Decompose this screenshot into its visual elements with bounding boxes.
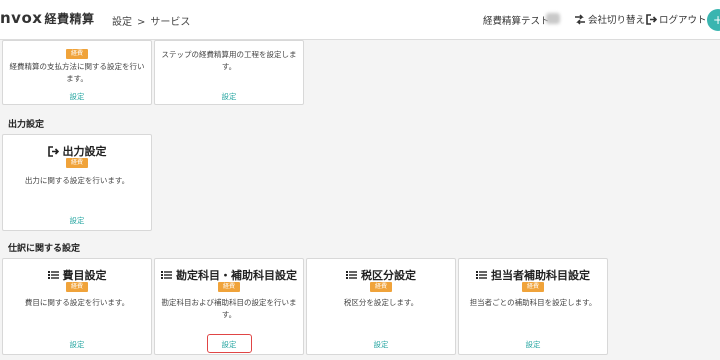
card-tax-category: 税区分設定 経費 税区分を設定します。 設定 bbox=[306, 258, 456, 355]
help-button[interactable]: + bbox=[707, 9, 720, 31]
breadcrumb-service: サービス bbox=[150, 17, 191, 28]
user-name-redacted bbox=[546, 13, 560, 24]
expense-badge: 経費 bbox=[66, 49, 88, 59]
settings-link[interactable]: 設定 bbox=[155, 339, 303, 350]
logout-button[interactable]: ログアウト bbox=[646, 12, 707, 26]
logout-label: ログアウト bbox=[659, 15, 707, 26]
settings-link[interactable]: 設定 bbox=[3, 91, 151, 102]
list-icon bbox=[476, 271, 487, 279]
card-staff-subaccount: 担当者補助科目設定 経費 担当者ごとの補助科目を設定します。 設定 bbox=[458, 258, 608, 355]
breadcrumb: 設定 > サービス bbox=[112, 13, 190, 28]
card-description: 経費精算の支払方法に関する設定を行います。 bbox=[9, 62, 145, 83]
card-title-text: 出力設定 bbox=[62, 145, 107, 158]
card-title: 税区分設定 bbox=[307, 267, 455, 283]
card-title-text: 担当者補助科目設定 bbox=[491, 269, 590, 282]
settings-link[interactable]: 設定 bbox=[459, 339, 607, 350]
section-title-journal: 仕訳に関する設定 bbox=[8, 244, 81, 254]
logout-icon bbox=[646, 13, 657, 25]
card-description: 担当者ごとの補助科目を設定します。 bbox=[469, 298, 597, 307]
switch-company-button[interactable]: 会社切り替え bbox=[574, 12, 645, 26]
card-title-text: 費目設定 bbox=[62, 269, 107, 282]
card-title: 出力設定 bbox=[3, 143, 151, 159]
settings-link[interactable]: 設定 bbox=[307, 339, 455, 350]
export-icon bbox=[47, 145, 59, 157]
list-icon bbox=[346, 271, 357, 279]
section-title-output: 出力設定 bbox=[8, 120, 45, 130]
list-icon bbox=[47, 271, 59, 279]
list-icon bbox=[161, 271, 172, 279]
card-workflow: ステップの経費精算用の工程を設定します。 設定 bbox=[154, 40, 304, 105]
card-expense-item: 費目設定 経費 費目に関する設定を行います。 設定 bbox=[2, 258, 152, 355]
logo-main: nvox bbox=[0, 9, 43, 27]
top-header: nvox 経費精算 設定 > サービス 経費精算テスト 会社切り替え ログアウト + bbox=[0, 0, 720, 40]
expense-badge: 経費 bbox=[522, 282, 544, 292]
switch-company-label: 会社切り替え bbox=[588, 15, 646, 26]
card-title-text: 勘定科目・補助科目設定 bbox=[176, 269, 297, 282]
card-title-text: 税区分設定 bbox=[361, 269, 416, 282]
card-description: 費目に関する設定を行います。 bbox=[24, 298, 130, 307]
breadcrumb-separator: > bbox=[137, 17, 146, 28]
settings-link[interactable]: 設定 bbox=[155, 91, 303, 102]
expense-badge: 経費 bbox=[66, 158, 88, 168]
card-account-subaccount: 勘定科目・補助科目設定 経費 勘定科目および補助科目の設定を行います。 設定 bbox=[154, 258, 304, 355]
help-icon: + bbox=[712, 13, 720, 27]
settings-link[interactable]: 設定 bbox=[3, 339, 151, 350]
card-description: 税区分を設定します。 bbox=[343, 298, 419, 307]
card-title: 費目設定 bbox=[3, 267, 151, 283]
logo-sub: 経費精算 bbox=[44, 12, 95, 26]
card-description: ステップの経費精算用の工程を設定します。 bbox=[161, 50, 297, 71]
card-title: 担当者補助科目設定 bbox=[459, 267, 607, 283]
card-output-settings: 出力設定 経費 出力に関する設定を行います。 設定 bbox=[2, 134, 152, 231]
user-name: 経費精算テスト bbox=[483, 16, 550, 27]
card-description: 勘定科目および補助科目の設定を行います。 bbox=[161, 298, 297, 319]
expense-badge: 経費 bbox=[66, 282, 88, 292]
settings-link[interactable]: 設定 bbox=[3, 215, 151, 226]
breadcrumb-settings[interactable]: 設定 bbox=[112, 17, 132, 28]
switch-icon bbox=[575, 13, 585, 25]
expense-badge: 経費 bbox=[370, 282, 392, 292]
card-description: 出力に関する設定を行います。 bbox=[24, 176, 130, 185]
card-title: 勘定科目・補助科目設定 bbox=[155, 267, 303, 283]
expense-badge: 経費 bbox=[218, 282, 240, 292]
app-logo[interactable]: nvox 経費精算 bbox=[0, 9, 94, 27]
card-payment-method: 経費 経費精算の支払方法に関する設定を行います。 設定 bbox=[2, 40, 152, 105]
